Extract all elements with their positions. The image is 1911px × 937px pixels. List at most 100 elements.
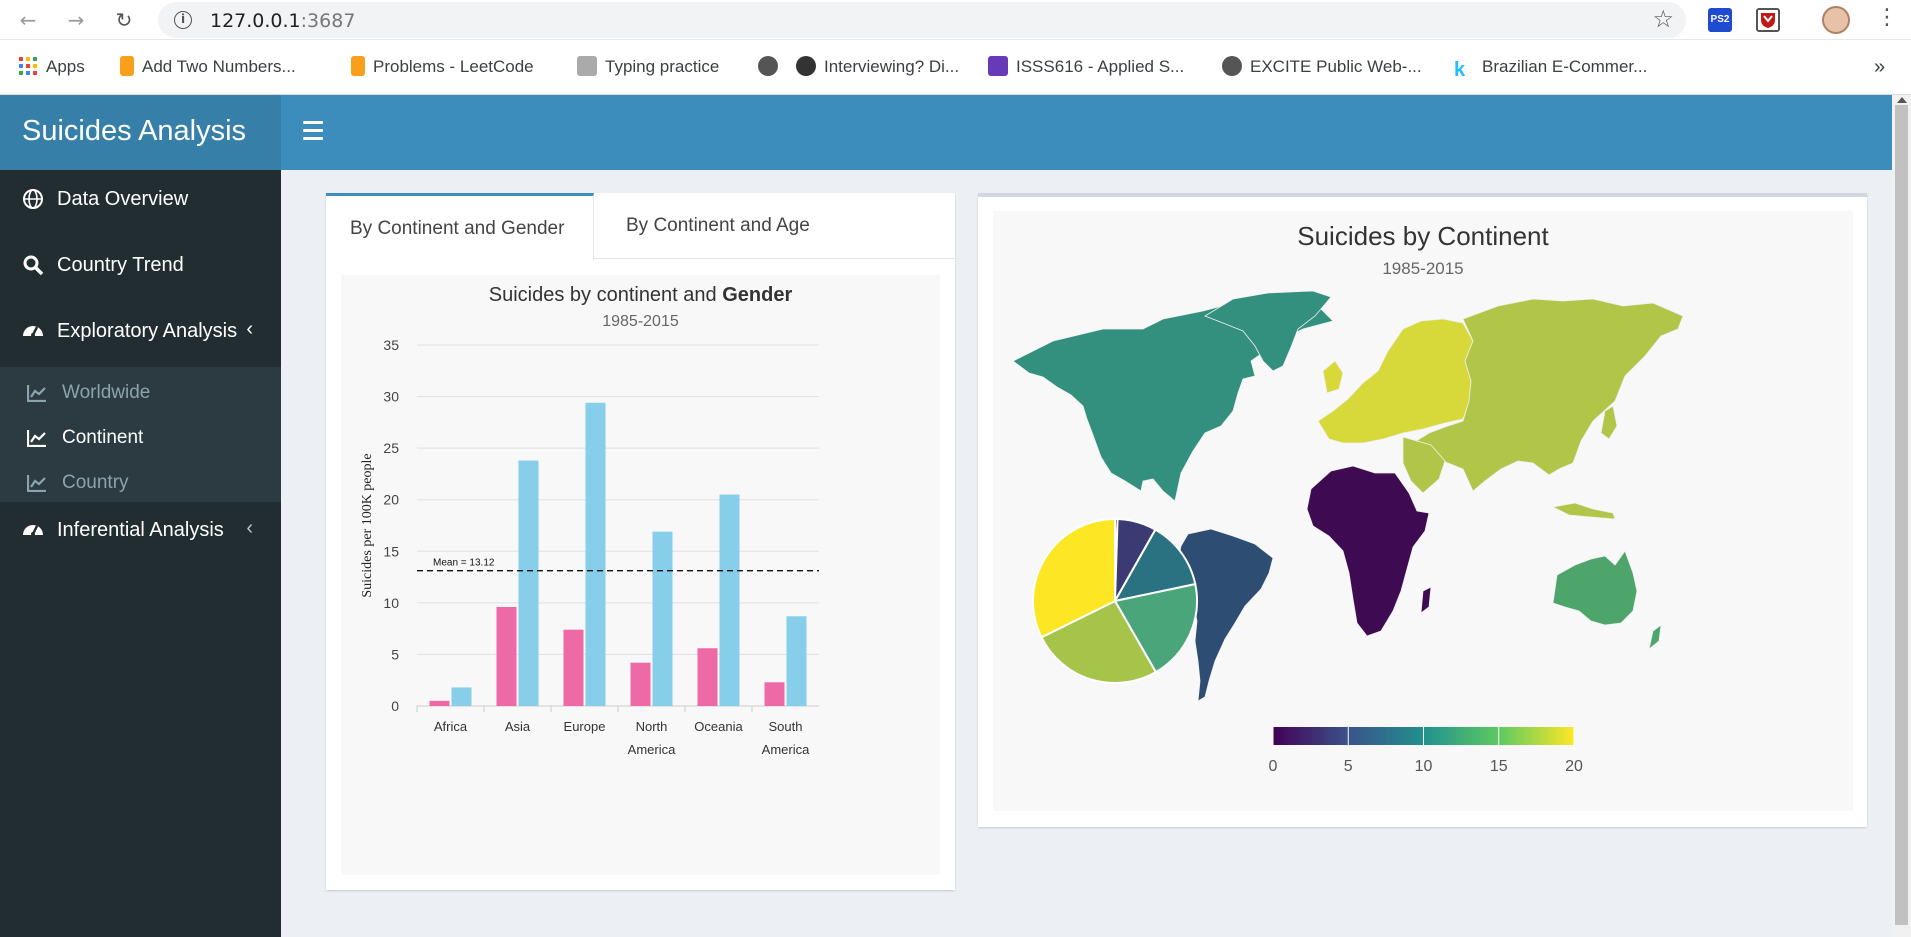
sidebar-item-inferential-analysis[interactable]: Inferential Analysis ‹ xyxy=(0,501,281,561)
sidebar-item-label: Data Overview xyxy=(57,188,189,210)
sidebar-item-data-overview[interactable]: Data Overview xyxy=(0,170,281,230)
region-oceania[interactable] xyxy=(1552,550,1638,626)
back-icon[interactable]: ← xyxy=(16,8,40,32)
sidebar-subitem-continent[interactable]: Continent xyxy=(0,417,281,459)
x-tick-label: Asia xyxy=(505,719,531,734)
bookmarks-bar: Apps Add Two Numbers... Problems - LeetC… xyxy=(0,40,1911,95)
forward-icon[interactable]: → xyxy=(64,8,88,32)
browser-toolbar: ← → ↻ i 127.0.0.1:3687 ☆ PS2 ⋮ xyxy=(0,0,1911,40)
bookmarks-more-button[interactable]: » xyxy=(1874,55,1885,79)
link-icon xyxy=(796,56,816,76)
tab-label: By Continent and Gender xyxy=(350,218,565,239)
mean-reference-label: Mean = 13.12 xyxy=(433,558,495,569)
bookmark-label: Problems - LeetCode xyxy=(373,57,534,76)
scroll-up-icon[interactable] xyxy=(1897,97,1907,103)
y-tick-label: 35 xyxy=(383,337,399,353)
bookmark-typing-practice[interactable]: Typing practice xyxy=(577,55,719,79)
profile-avatar[interactable] xyxy=(1822,6,1850,34)
bookmark-label: Add Two Numbers... xyxy=(142,57,296,76)
menu-dots-icon[interactable]: ⋮ xyxy=(1876,5,1898,30)
x-tick-label: America xyxy=(628,742,676,757)
list-icon xyxy=(988,56,1008,76)
bookmark-globe[interactable] xyxy=(758,55,786,79)
scrollbar-thumb[interactable] xyxy=(1895,105,1908,925)
address-bar[interactable]: i 127.0.0.1:3687 ☆ xyxy=(158,2,1686,38)
y-tick-label: 15 xyxy=(383,543,399,559)
legend-tick-label: 15 xyxy=(1490,758,1508,775)
bar-female-2 xyxy=(563,629,584,706)
sidebar-item-label: Inferential Analysis xyxy=(57,519,224,541)
app-title: Suicides Analysis xyxy=(22,115,247,147)
bookmark-label: EXCITE Public Web-... xyxy=(1250,57,1422,76)
legend-tick-label: 20 xyxy=(1565,758,1583,775)
map-chart-box: Suicides by Continent 1985-2015 0 5 10 15 20 xyxy=(978,193,1867,827)
bookmark-label: Interviewing? Di... xyxy=(824,57,960,76)
bar-female-3 xyxy=(630,662,651,706)
bookmark-star-icon[interactable]: ☆ xyxy=(1652,5,1674,33)
bookmark-label: Brazilian E-Commer... xyxy=(1482,57,1648,76)
x-tick-label: Oceania xyxy=(694,719,743,734)
globe-icon xyxy=(758,56,778,76)
keyboard-icon xyxy=(577,56,597,76)
sidebar-subitem-country[interactable]: Country xyxy=(0,462,281,504)
sidebar-item-exploratory-analysis[interactable]: Exploratory Analysis ‹ xyxy=(0,302,281,362)
mcafee-extension-icon[interactable] xyxy=(1756,8,1780,32)
chevron-left-icon: ‹ xyxy=(246,318,253,340)
bar-male-5 xyxy=(786,616,807,706)
sidebar-subitem-worldwide[interactable]: Worldwide xyxy=(0,372,281,414)
bar-male-0 xyxy=(451,687,472,706)
sidebar-subitem-label: Worldwide xyxy=(62,382,151,403)
dashboard-icon xyxy=(23,525,43,536)
bookmark-leetcode[interactable]: Problems - LeetCode xyxy=(351,55,534,79)
ps2-extension-icon[interactable]: PS2 xyxy=(1708,8,1732,32)
region-madagascar[interactable] xyxy=(1420,586,1432,614)
region-africa[interactable] xyxy=(1306,465,1430,637)
url-text: 127.0.0.1:3687 xyxy=(210,10,355,32)
region-new-zealand[interactable] xyxy=(1648,624,1662,651)
map-chart-panel: Suicides by Continent 1985-2015 0 5 10 15 20 xyxy=(993,211,1853,811)
bookmark-brazilian-ecommerce[interactable]: k Brazilian E-Commer... xyxy=(1454,55,1648,80)
y-tick-label: 20 xyxy=(383,492,399,508)
bookmark-excite[interactable]: EXCITE Public Web-... xyxy=(1222,55,1422,79)
sidebar-item-country-trend[interactable]: Country Trend xyxy=(0,236,281,296)
bookmark-label: ISSS616 - Applied S... xyxy=(1016,57,1185,76)
bar-chart-panel: Suicides by continent and Gender 1985-20… xyxy=(341,275,940,875)
sidebar-toggle-icon[interactable] xyxy=(303,121,323,143)
bookmark-apps[interactable]: Apps xyxy=(18,55,85,79)
bookmark-interviewing[interactable]: Interviewing? Di... xyxy=(796,55,959,79)
region-uk[interactable] xyxy=(1322,360,1344,394)
line-chart-icon xyxy=(27,475,46,492)
bar-male-4 xyxy=(719,494,740,706)
legend-tick-label: 10 xyxy=(1415,758,1433,775)
x-tick-label: North xyxy=(636,719,668,734)
tab-bar: By Continent and Gender By Continent and… xyxy=(326,193,955,260)
x-tick-label: South xyxy=(769,719,803,734)
line-chart-icon xyxy=(27,385,46,402)
bookmark-add-two-numbers[interactable]: Add Two Numbers... xyxy=(120,55,296,79)
tab-continent-gender[interactable]: By Continent and Gender xyxy=(326,193,594,260)
leetcode-icon xyxy=(120,56,134,76)
tab-continent-age[interactable]: By Continent and Age xyxy=(594,193,834,259)
sidebar-item-label: Exploratory Analysis xyxy=(57,320,238,342)
y-tick-label: 10 xyxy=(383,595,399,611)
x-tick-label: America xyxy=(762,742,810,757)
bookmark-label: Apps xyxy=(46,57,85,76)
shield-icon xyxy=(1761,13,1775,28)
ps2-label: PS2 xyxy=(1710,14,1730,25)
x-tick-label: Africa xyxy=(434,719,468,734)
globe-icon xyxy=(1222,56,1242,76)
reload-icon[interactable]: ↻ xyxy=(112,8,136,32)
bookmark-label: Typing practice xyxy=(605,57,720,76)
globe-icon xyxy=(23,189,43,209)
bar-chart: 0 5 10 15 20 25 30 35 Suicides per 100K people Af… xyxy=(360,337,819,757)
bar-female-4 xyxy=(697,648,718,706)
info-icon[interactable]: i xyxy=(174,11,192,29)
url-port: :3687 xyxy=(300,10,356,32)
bookmark-isss616[interactable]: ISSS616 - Applied S... xyxy=(988,55,1184,79)
page-scrollbar[interactable] xyxy=(1892,95,1911,937)
legend-tick-label: 0 xyxy=(1269,758,1278,775)
y-tick-label: 0 xyxy=(391,698,399,714)
region-indonesia[interactable] xyxy=(1551,502,1616,520)
legend-tick-label: 5 xyxy=(1344,758,1353,775)
app-logo[interactable]: Suicides Analysis xyxy=(0,95,281,170)
